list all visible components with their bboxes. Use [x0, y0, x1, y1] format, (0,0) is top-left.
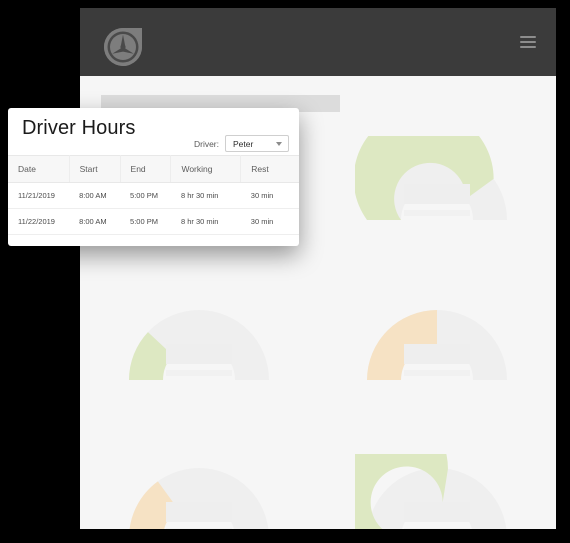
driver-filter: Driver: Peter [194, 135, 289, 152]
driver-select[interactable]: Peter [225, 135, 289, 152]
gauge-row [80, 436, 556, 529]
table-header-row: Date Start End Working Rest [8, 155, 299, 183]
gauge-row-1-right [355, 136, 519, 226]
table-row[interactable]: 11/22/2019 8:00 AM 5:00 PM 8 hr 30 min 3… [8, 208, 299, 235]
gauge-row-3-left [117, 454, 281, 529]
driver-select-value: Peter [233, 138, 254, 149]
cell-rest: 30 min [240, 208, 299, 235]
driver-filter-label: Driver: [193, 138, 219, 149]
gauge-caption-placeholder [404, 210, 470, 216]
cell-date: 11/21/2019 [8, 182, 70, 209]
gauge-cell [80, 436, 318, 529]
gauge-row-3-right [355, 454, 519, 529]
gauge-cell [318, 118, 556, 278]
column-header-working[interactable]: Working [170, 155, 242, 183]
column-header-start[interactable]: Start [69, 155, 121, 183]
gauge-row-2-left [117, 296, 281, 386]
app-top-bar [80, 8, 556, 76]
gauge-cell [80, 278, 318, 438]
gauge-row [80, 278, 556, 438]
chevron-down-icon [276, 141, 282, 146]
gauge-value-placeholder [166, 344, 232, 364]
app-window [80, 8, 556, 529]
gauge-caption-placeholder [166, 528, 232, 529]
driver-hours-table: Date Start End Working Rest 11/21/2019 8… [8, 155, 299, 235]
gauge-cell [318, 278, 556, 438]
gauge-value-placeholder [404, 344, 470, 364]
gauge-caption-placeholder [404, 370, 470, 376]
cell-start: 8:00 AM [69, 182, 121, 209]
cell-start: 8:00 AM [69, 208, 121, 235]
gauge-value-placeholder [404, 184, 470, 204]
cell-rest: 30 min [240, 182, 299, 209]
cell-end: 5:00 PM [120, 182, 171, 209]
mercedes-star-logo-icon[interactable] [102, 26, 144, 68]
hamburger-line [520, 36, 536, 38]
column-header-date[interactable]: Date [8, 155, 70, 183]
driver-hours-dialog: Driver Hours Driver: Peter Date Start En… [8, 108, 299, 246]
cell-end: 5:00 PM [120, 208, 171, 235]
screenshot-stage: Driver Hours Driver: Peter Date Start En… [0, 0, 570, 543]
column-header-rest[interactable]: Rest [240, 155, 299, 183]
gauge-value-placeholder [166, 502, 232, 522]
cell-date: 11/22/2019 [8, 208, 70, 235]
column-header-end[interactable]: End [120, 155, 172, 183]
table-row[interactable]: 11/21/2019 8:00 AM 5:00 PM 8 hr 30 min 3… [8, 182, 299, 209]
hamburger-line [520, 46, 536, 48]
cell-working: 8 hr 30 min [170, 208, 241, 235]
hamburger-line [520, 41, 536, 43]
hamburger-menu-icon[interactable] [520, 36, 536, 48]
gauge-caption-placeholder [404, 528, 470, 529]
page-title: Driver Hours [22, 117, 136, 139]
gauge-value-placeholder [404, 502, 470, 522]
gauge-caption-placeholder [166, 370, 232, 376]
gauge-row-2-right [355, 296, 519, 386]
cell-working: 8 hr 30 min [170, 182, 241, 209]
gauge-cell [318, 436, 556, 529]
dialog-header: Driver Hours Driver: Peter [8, 108, 299, 155]
